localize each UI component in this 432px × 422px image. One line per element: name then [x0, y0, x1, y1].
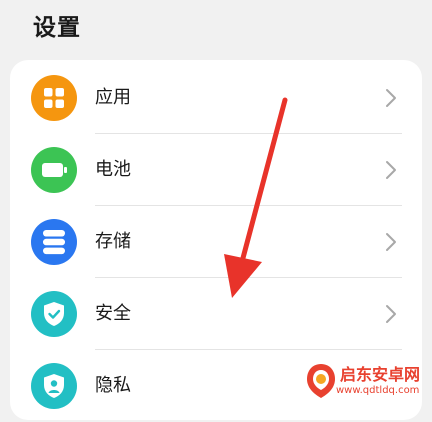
- battery-icon: [31, 147, 77, 193]
- chevron-right-icon: [386, 233, 396, 251]
- watermark-url: www.qdtldq.com: [336, 385, 420, 396]
- settings-item-label: 应用: [95, 87, 131, 108]
- storage-icon: [31, 219, 77, 265]
- settings-item-label: 电池: [95, 159, 131, 180]
- settings-item-label: 安全: [95, 303, 131, 324]
- apps-grid-icon: [31, 75, 77, 121]
- settings-item-label: 存储: [95, 231, 131, 252]
- settings-item-label: 隐私: [95, 375, 131, 396]
- settings-item-storage[interactable]: 存储: [10, 206, 422, 278]
- watermark-name: 启东安卓网: [340, 365, 421, 384]
- page-title: 设置: [33, 15, 81, 41]
- privacy-shield-icon: [31, 363, 77, 409]
- watermark-logo-icon: [307, 364, 335, 398]
- settings-item-security[interactable]: 安全: [10, 278, 422, 350]
- watermark: 启东安卓网 www.qdtldq.com: [300, 360, 432, 404]
- settings-item-apps[interactable]: 应用: [10, 62, 422, 134]
- chevron-right-icon: [386, 161, 396, 179]
- chevron-right-icon: [386, 305, 396, 323]
- chevron-right-icon: [386, 89, 396, 107]
- settings-item-battery[interactable]: 电池: [10, 134, 422, 206]
- shield-check-icon: [31, 291, 77, 337]
